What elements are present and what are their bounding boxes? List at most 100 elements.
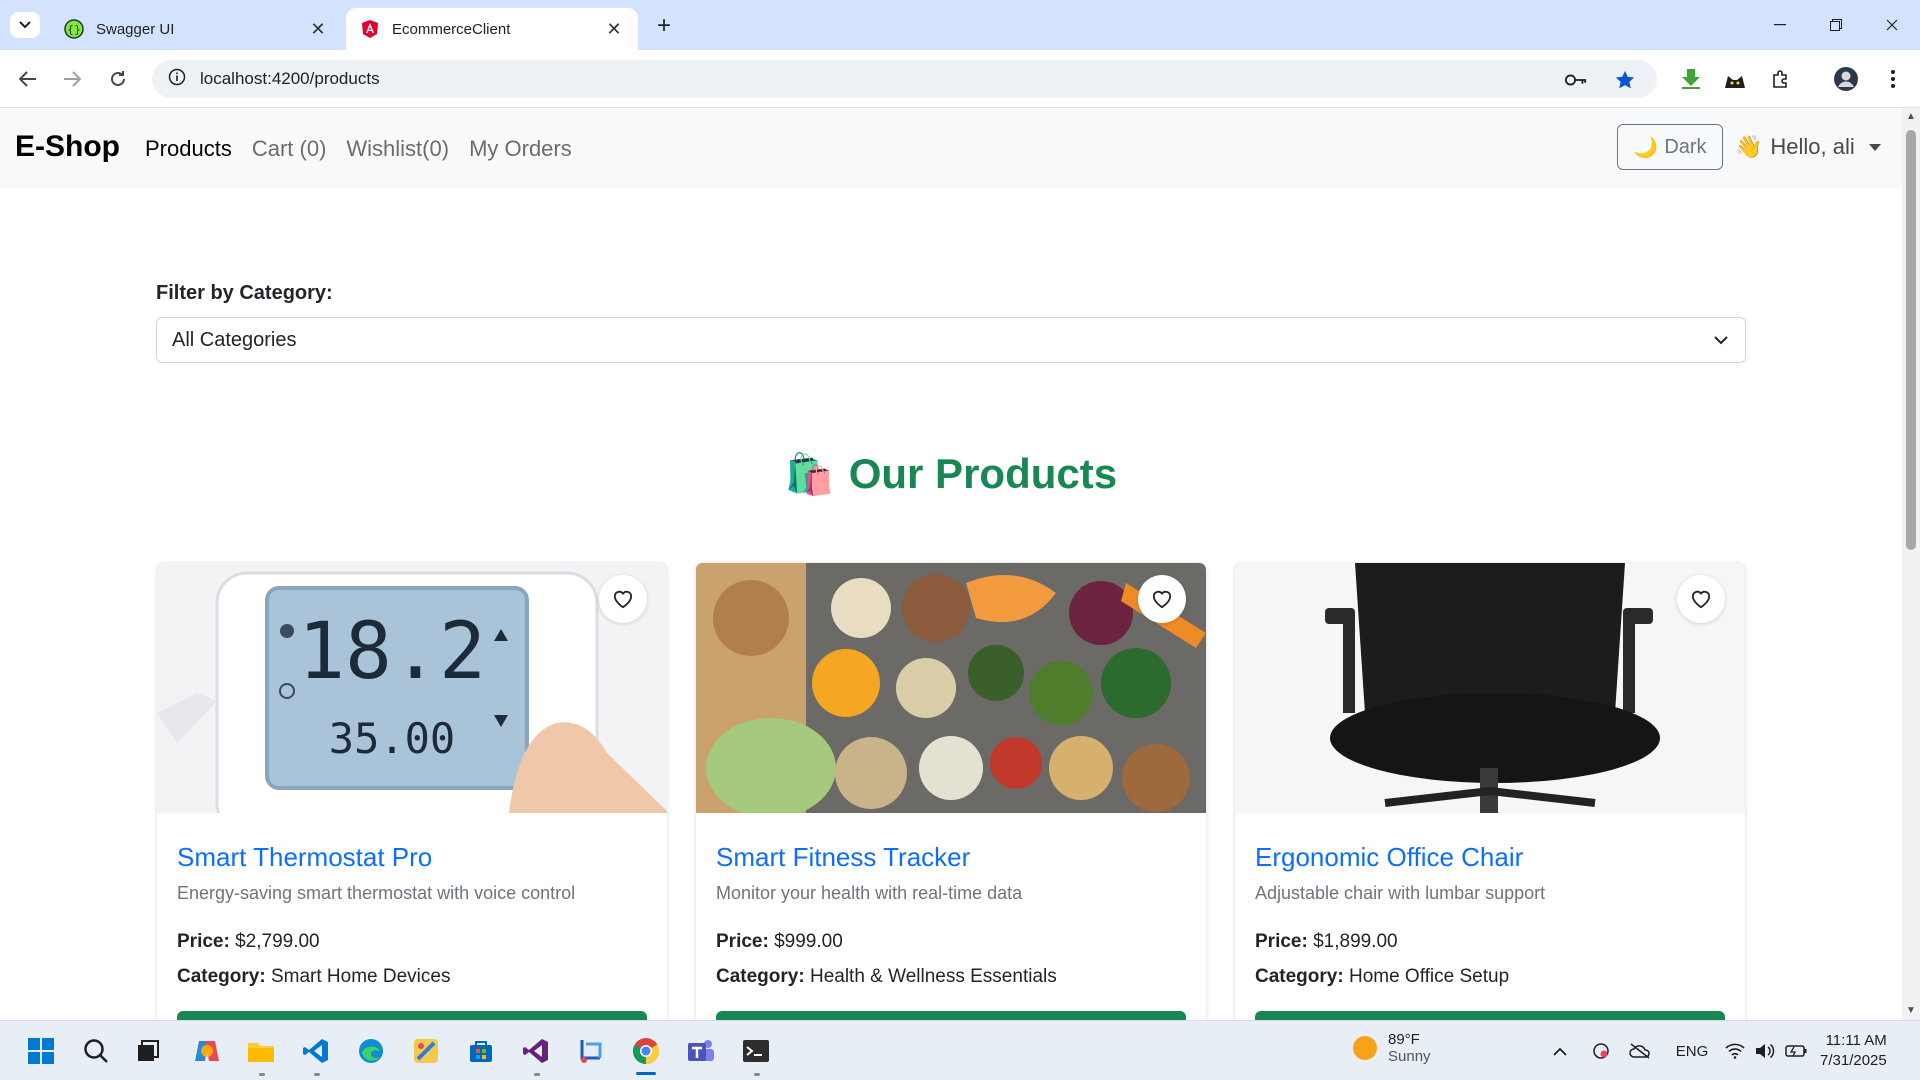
wifi-icon[interactable] [1724, 1039, 1746, 1063]
tab-search-button[interactable] [10, 12, 40, 38]
svg-text:18.2: 18.2 [298, 607, 486, 697]
close-tab-icon[interactable]: ✕ [604, 19, 624, 39]
category-value: Health & Wellness Essentials [809, 966, 1057, 987]
category-value: Smart Home Devices [270, 966, 451, 987]
brand-logo[interactable]: E-Shop [15, 130, 120, 164]
system-clock[interactable]: 11:11 AM 7/31/2025 [1820, 1031, 1887, 1071]
download-arrow-icon[interactable] [1678, 66, 1704, 92]
kebab-menu-icon[interactable] [1880, 66, 1906, 92]
profile-avatar-icon[interactable] [1833, 66, 1859, 92]
chevron-up-icon[interactable] [1550, 1039, 1570, 1063]
product-name-link[interactable]: Ergonomic Office Chair [1255, 842, 1523, 873]
wishlist-heart-icon[interactable] [599, 575, 647, 623]
product-category: Category: Smart Home Devices [177, 966, 450, 988]
add-to-cart-button[interactable] [716, 1011, 1186, 1020]
product-name-link[interactable]: Smart Fitness Tracker [716, 842, 970, 873]
price-label: Price: [716, 931, 769, 952]
dark-mode-button[interactable]: 🌙 Dark [1617, 124, 1723, 170]
tab-ecommerce-client[interactable]: EcommerceClient ✕ [346, 8, 638, 50]
cloud-offline-icon[interactable] [1628, 1039, 1652, 1063]
extensions-puzzle-icon[interactable] [1768, 66, 1794, 92]
site-info-icon[interactable] [168, 68, 186, 91]
nav-products[interactable]: Products [145, 136, 232, 162]
browser-tab-strip: {} Swagger UI ✕ EcommerceClient ✕ + [0, 0, 1920, 50]
password-key-icon[interactable] [1565, 69, 1587, 91]
category-select[interactable]: All Categories [156, 317, 1746, 363]
copilot-icon[interactable] [190, 1034, 224, 1068]
reload-icon[interactable] [104, 65, 132, 93]
price-value: $1,899.00 [1313, 931, 1398, 952]
security-shield-icon[interactable] [1590, 1039, 1612, 1063]
file-explorer-icon[interactable] [244, 1034, 278, 1068]
language-indicator[interactable]: ENG [1674, 1039, 1710, 1063]
extension-cat-icon[interactable] [1722, 66, 1748, 92]
windows-start-icon[interactable] [24, 1034, 58, 1068]
price-value: $2,799.00 [235, 931, 320, 952]
address-bar[interactable]: localhost:4200/products [152, 60, 1657, 98]
back-arrow-icon[interactable] [14, 65, 42, 93]
chrome-icon[interactable] [629, 1034, 663, 1068]
weather-temperature: 89°F [1388, 1031, 1420, 1048]
battery-icon[interactable] [1784, 1039, 1808, 1063]
product-card: 18.2 35.00 Smart Thermostat Pro Energy-s… [156, 562, 668, 1020]
svg-text:35.00: 35.00 [329, 714, 455, 763]
tab-title: Swagger UI [96, 20, 175, 38]
running-indicator [754, 1073, 760, 1076]
product-image-healthy-food[interactable] [696, 563, 1206, 813]
user-menu-dropdown[interactable]: 👋 Hello, ali [1735, 134, 1881, 160]
nav-wishlist[interactable]: Wishlist(0) [346, 136, 449, 162]
chevron-down-icon [1714, 336, 1728, 345]
task-view-icon[interactable] [131, 1034, 165, 1068]
browser-toolbar: localhost:4200/products [0, 50, 1920, 108]
visual-studio-icon[interactable] [519, 1034, 553, 1068]
wave-hand-icon: 👋 [1735, 134, 1763, 159]
section-heading: 🛍️ Our Products [0, 450, 1902, 498]
search-icon[interactable] [79, 1034, 113, 1068]
snipping-tool-icon[interactable] [574, 1034, 608, 1068]
add-to-cart-button[interactable] [1255, 1011, 1725, 1020]
product-description: Adjustable chair with lumbar support [1255, 883, 1546, 903]
weather-widget[interactable]: 89°F Sunny [1352, 1031, 1431, 1065]
scroll-up-arrow-icon[interactable]: ▲ [1906, 112, 1916, 122]
tab-swagger[interactable]: {} Swagger UI ✕ [50, 8, 342, 50]
weather-condition: Sunny [1388, 1048, 1431, 1065]
nav-my-orders[interactable]: My Orders [469, 136, 572, 162]
volume-icon[interactable] [1754, 1039, 1776, 1063]
nav-cart[interactable]: Cart (0) [252, 136, 327, 162]
close-window-icon[interactable] [1864, 0, 1920, 50]
scrollbar-thumb[interactable] [1906, 130, 1916, 550]
category-label: Category: [177, 966, 266, 987]
product-name-link[interactable]: Smart Thermostat Pro [177, 842, 432, 873]
wishlist-heart-icon[interactable] [1138, 575, 1186, 623]
paint-tool-icon[interactable] [409, 1034, 443, 1068]
close-tab-icon[interactable]: ✕ [308, 19, 328, 39]
wishlist-heart-icon[interactable] [1677, 575, 1725, 623]
edge-icon[interactable] [354, 1034, 388, 1068]
microsoft-store-icon[interactable] [464, 1034, 498, 1068]
clock-date: 7/31/2025 [1820, 1052, 1887, 1069]
new-tab-plus-icon[interactable]: + [650, 12, 678, 40]
category-selected-value: All Categories [172, 328, 297, 351]
product-price: Price: $999.00 [716, 931, 843, 953]
product-description: Energy-saving smart thermostat with voic… [177, 883, 576, 903]
angular-favicon-icon [360, 19, 380, 39]
shopping-bags-icon: 🛍️ [784, 452, 835, 497]
add-to-cart-button[interactable] [177, 1011, 647, 1020]
product-image-office-chair[interactable] [1235, 563, 1745, 813]
product-card: Ergonomic Office Chair Adjustable chair … [1234, 562, 1746, 1020]
moon-icon: 🌙 [1633, 136, 1659, 159]
teams-icon[interactable] [684, 1034, 718, 1068]
bookmark-star-icon[interactable] [1614, 69, 1636, 91]
terminal-icon[interactable] [739, 1034, 773, 1068]
product-description: Monitor your health with real-time data [716, 883, 1023, 903]
clock-time: 11:11 AM [1825, 1032, 1887, 1049]
vscode-icon[interactable] [299, 1034, 333, 1068]
product-image-thermostat[interactable]: 18.2 35.00 [157, 563, 667, 813]
dark-mode-label: Dark [1664, 135, 1707, 158]
restore-icon[interactable] [1808, 0, 1864, 50]
page-scrollbar[interactable]: ▲ ▼ [1902, 108, 1920, 1020]
forward-arrow-icon[interactable] [58, 65, 86, 93]
minimize-icon[interactable] [1752, 0, 1808, 50]
product-category: Category: Health & Wellness Essentials [716, 966, 1057, 988]
scroll-down-arrow-icon[interactable]: ▼ [1906, 1006, 1916, 1016]
